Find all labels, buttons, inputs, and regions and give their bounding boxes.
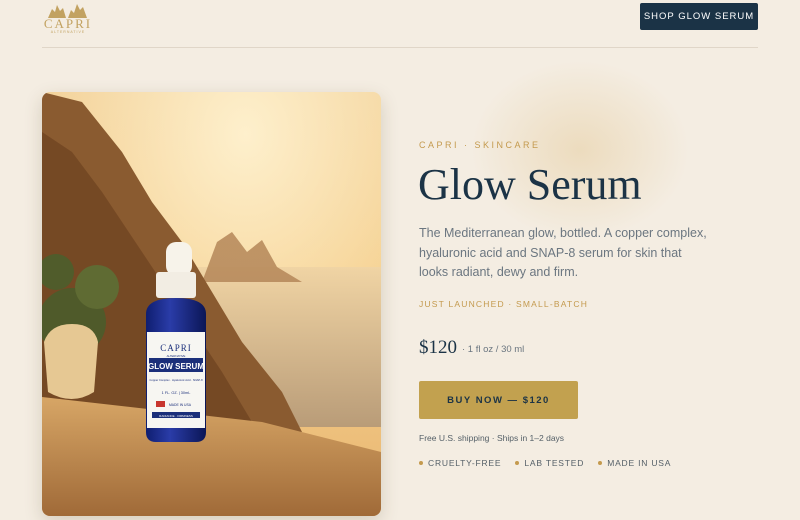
bottle-product-name: GLOW SERUM (148, 362, 204, 371)
bottle-brand: CAPRI (160, 343, 192, 353)
bottle-origin: MADE IN USA (169, 403, 192, 407)
buy-now-button[interactable]: BUY NOW — $120 (419, 381, 578, 419)
bullet-dot-icon (515, 461, 520, 465)
feature-label: MADE IN USA (607, 458, 672, 468)
feature-item: MADE IN USA (598, 458, 671, 468)
feature-label: LAB TESTED (524, 458, 585, 468)
logo-subtext: ALTERNATIVE (50, 30, 86, 34)
product-size: · 1 fl oz / 30 ml (462, 344, 525, 355)
header-divider (42, 47, 758, 48)
bottle-brand-sub: ALTERNATIVE (167, 354, 186, 358)
bullet-dot-icon (419, 461, 423, 465)
background-glow (470, 60, 690, 240)
product-hero-image: CAPRI ALTERNATIVE GLOW SERUM Copper Comp… (42, 92, 381, 516)
product-eyebrow: CAPRI · SKINCARE (419, 140, 541, 150)
feature-label: CRUELTY-FREE (428, 458, 502, 468)
product-price: $120 (419, 337, 457, 358)
product-description: The Mediterranean glow, bottled. A coppe… (419, 226, 707, 279)
product-title: Glow Serum (418, 160, 642, 209)
feature-list: CRUELTY-FREE LAB TESTED MADE IN USA (419, 458, 671, 468)
bottle-footer: RADIANCE · FIRMNESS (159, 414, 193, 418)
us-flag-icon (156, 401, 165, 407)
launch-tag: JUST LAUNCHED · SMALL-BATCH (419, 299, 589, 309)
bottle-volume: 1 FL. OZ. | 30mL (162, 391, 191, 395)
feature-item: LAB TESTED (515, 458, 584, 468)
bullet-dot-icon (598, 461, 603, 465)
shop-glow-serum-button[interactable]: SHOP GLOW SERUM (640, 3, 758, 30)
feature-item: CRUELTY-FREE (419, 458, 501, 468)
shipping-info: Free U.S. shipping · Ships in 1–2 days (419, 433, 565, 443)
bottle-ingredients: Copper Complex · Hyaluronic Acid · SNAP-… (149, 378, 203, 382)
